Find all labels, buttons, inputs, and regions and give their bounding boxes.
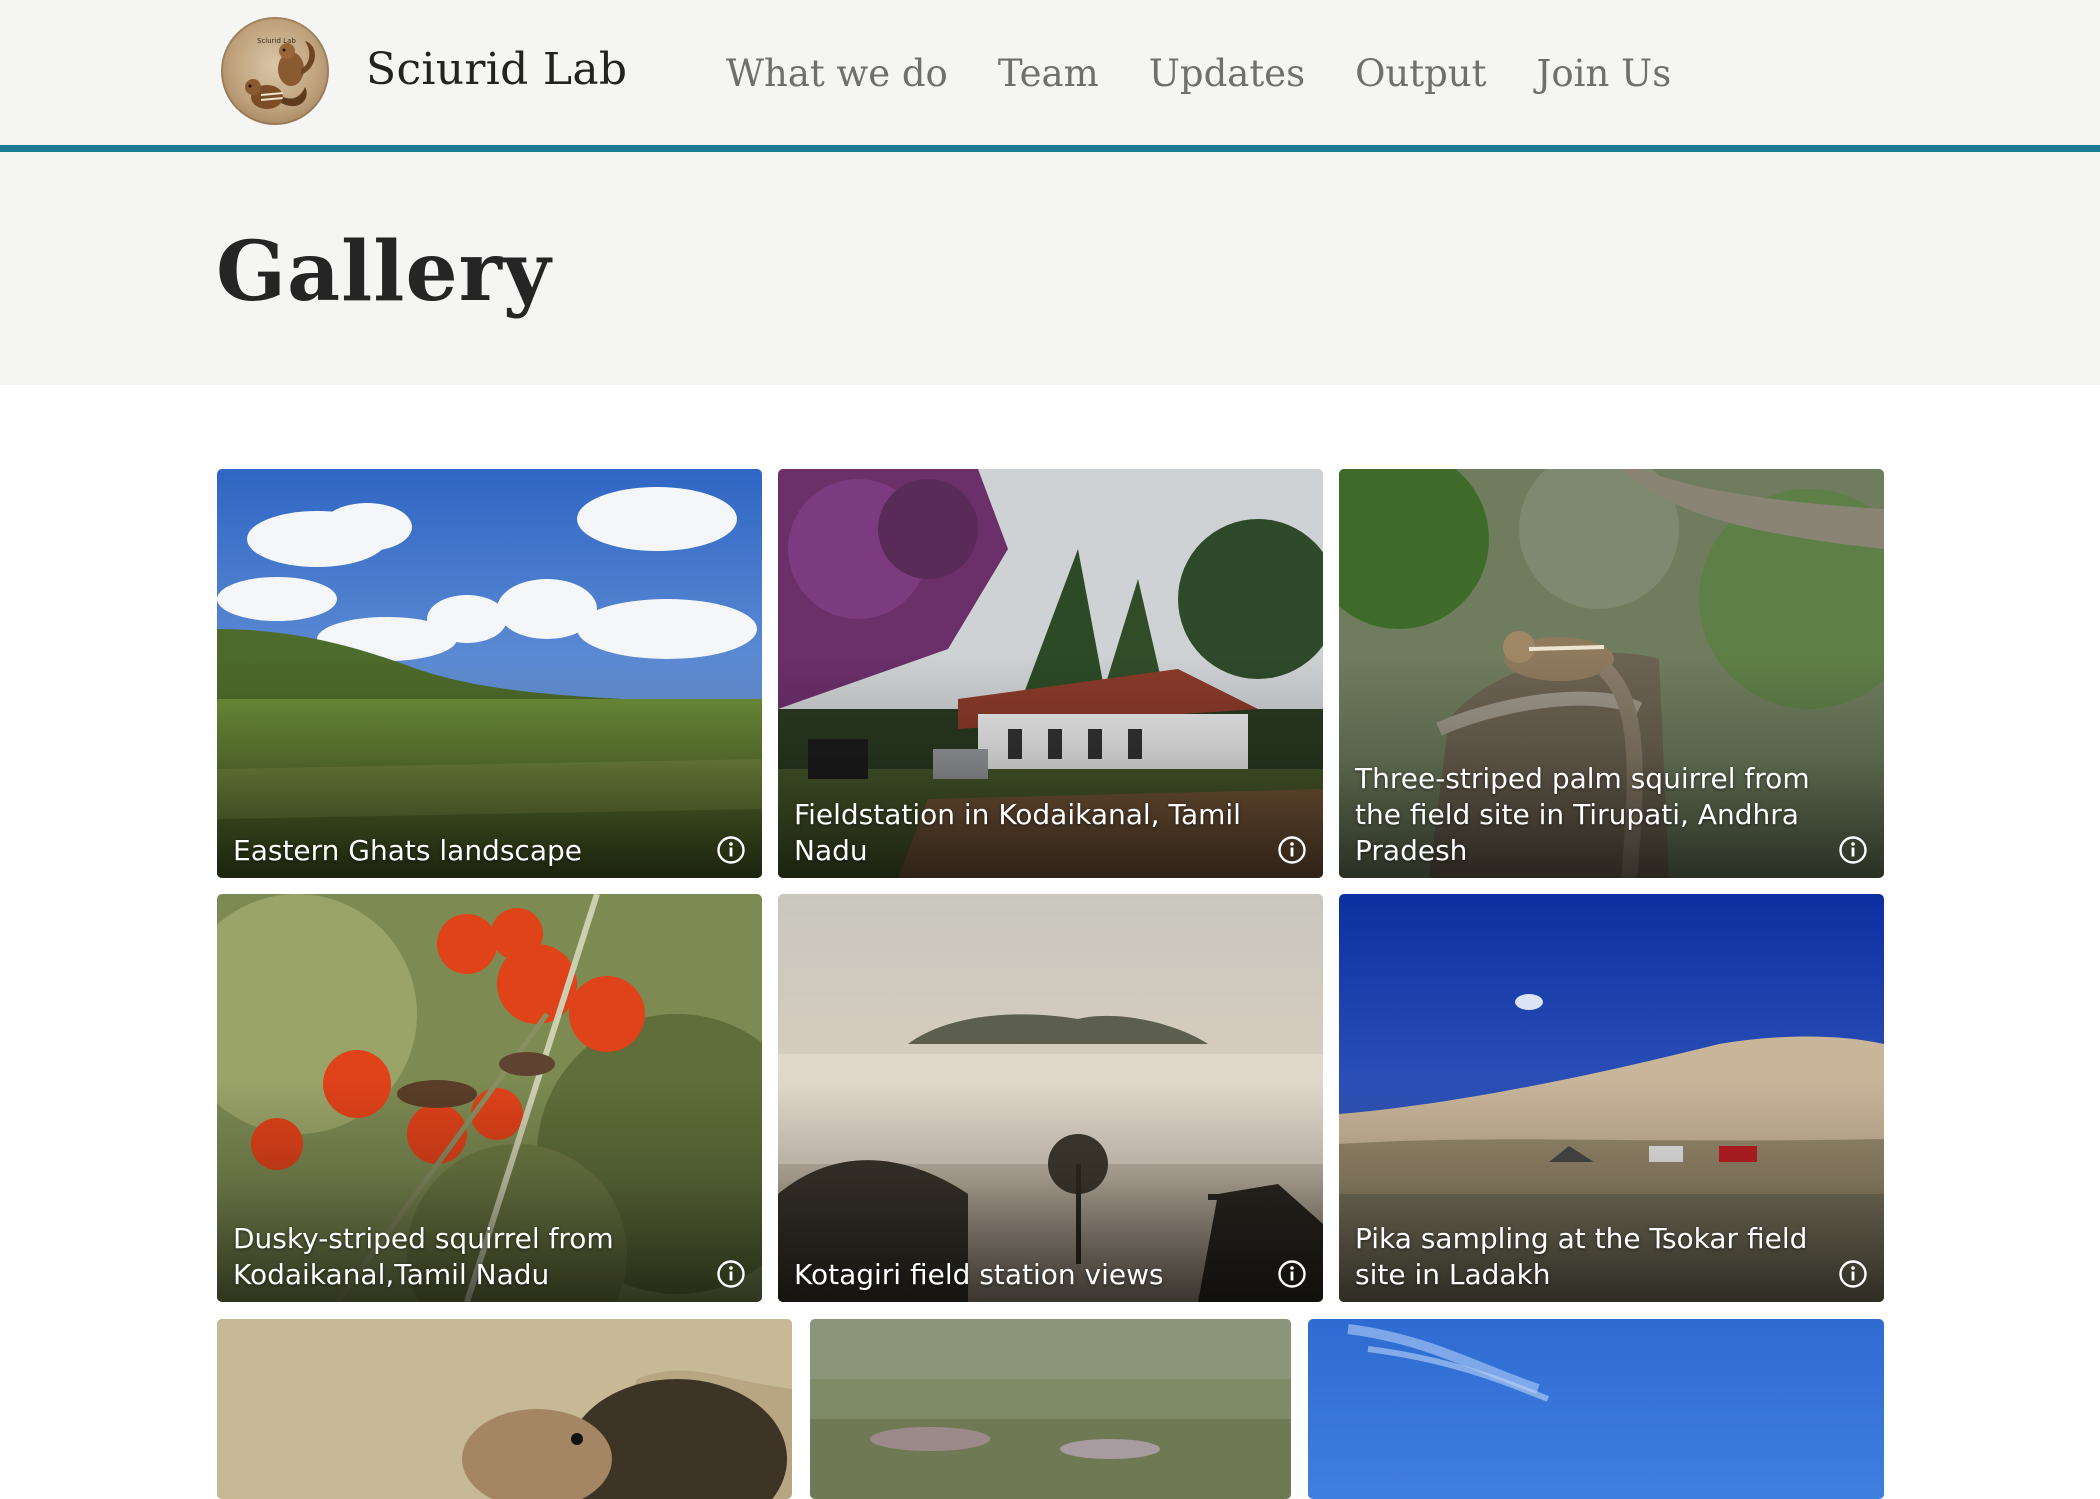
gallery-caption: Fieldstation in Kodaikanal, Tamil Nadu <box>794 798 1241 867</box>
gallery-item[interactable]: Pika sampling at the Tsokar field site i… <box>1339 894 1884 1302</box>
site-title[interactable]: Sciurid Lab <box>366 44 627 95</box>
page-hero: Gallery <box>0 152 2100 385</box>
info-icon[interactable] <box>716 835 746 865</box>
gallery-item[interactable] <box>217 1319 792 1499</box>
info-icon[interactable] <box>716 1259 746 1289</box>
info-icon[interactable] <box>1838 1259 1868 1289</box>
nav-join-us[interactable]: Join Us <box>1537 52 1672 95</box>
nav-what-we-do[interactable]: What we do <box>726 52 948 95</box>
nav-team[interactable]: Team <box>998 52 1099 95</box>
lab-logo[interactable]: Sciurid Lab <box>221 17 329 125</box>
info-icon[interactable] <box>1277 1259 1307 1289</box>
nav-updates[interactable]: Updates <box>1149 52 1305 95</box>
squirrel-logo-icon: Sciurid Lab <box>245 37 316 109</box>
main-nav: What we do Team Updates Output Join Us <box>726 52 1671 95</box>
gallery-caption: Eastern Ghats landscape <box>233 834 582 867</box>
header-accent-rule <box>0 145 2100 152</box>
gallery-item[interactable] <box>810 1319 1291 1499</box>
site-header: Sciurid Lab Sciurid Lab What we do Team … <box>0 0 2100 145</box>
gallery-item[interactable]: Dusky-striped squirrel from Kodaikanal,T… <box>217 894 762 1302</box>
gallery-caption: Kotagiri field station views <box>794 1258 1164 1291</box>
gallery-item[interactable]: Eastern Ghats landscape <box>217 469 762 878</box>
gallery-caption: Three-striped palm squirrel from the fie… <box>1355 762 1810 867</box>
pika-burrow-photo <box>217 1319 792 1499</box>
gallery-caption: Dusky-striped squirrel from Kodaikanal,T… <box>233 1222 614 1291</box>
gallery-item[interactable]: Three-striped palm squirrel from the fie… <box>1339 469 1884 878</box>
info-icon[interactable] <box>1277 835 1307 865</box>
info-icon[interactable] <box>1838 835 1868 865</box>
gallery-item[interactable]: Fieldstation in Kodaikanal, Tamil Nadu <box>778 469 1323 878</box>
sky-photo <box>1308 1319 1884 1499</box>
gallery-caption: Pika sampling at the Tsokar field site i… <box>1355 1222 1808 1291</box>
nav-output[interactable]: Output <box>1355 52 1486 95</box>
meadow-photo <box>810 1319 1291 1499</box>
gallery-item[interactable] <box>1308 1319 1884 1499</box>
gallery-item[interactable]: Kotagiri field station views <box>778 894 1323 1302</box>
page-title: Gallery <box>216 224 552 320</box>
